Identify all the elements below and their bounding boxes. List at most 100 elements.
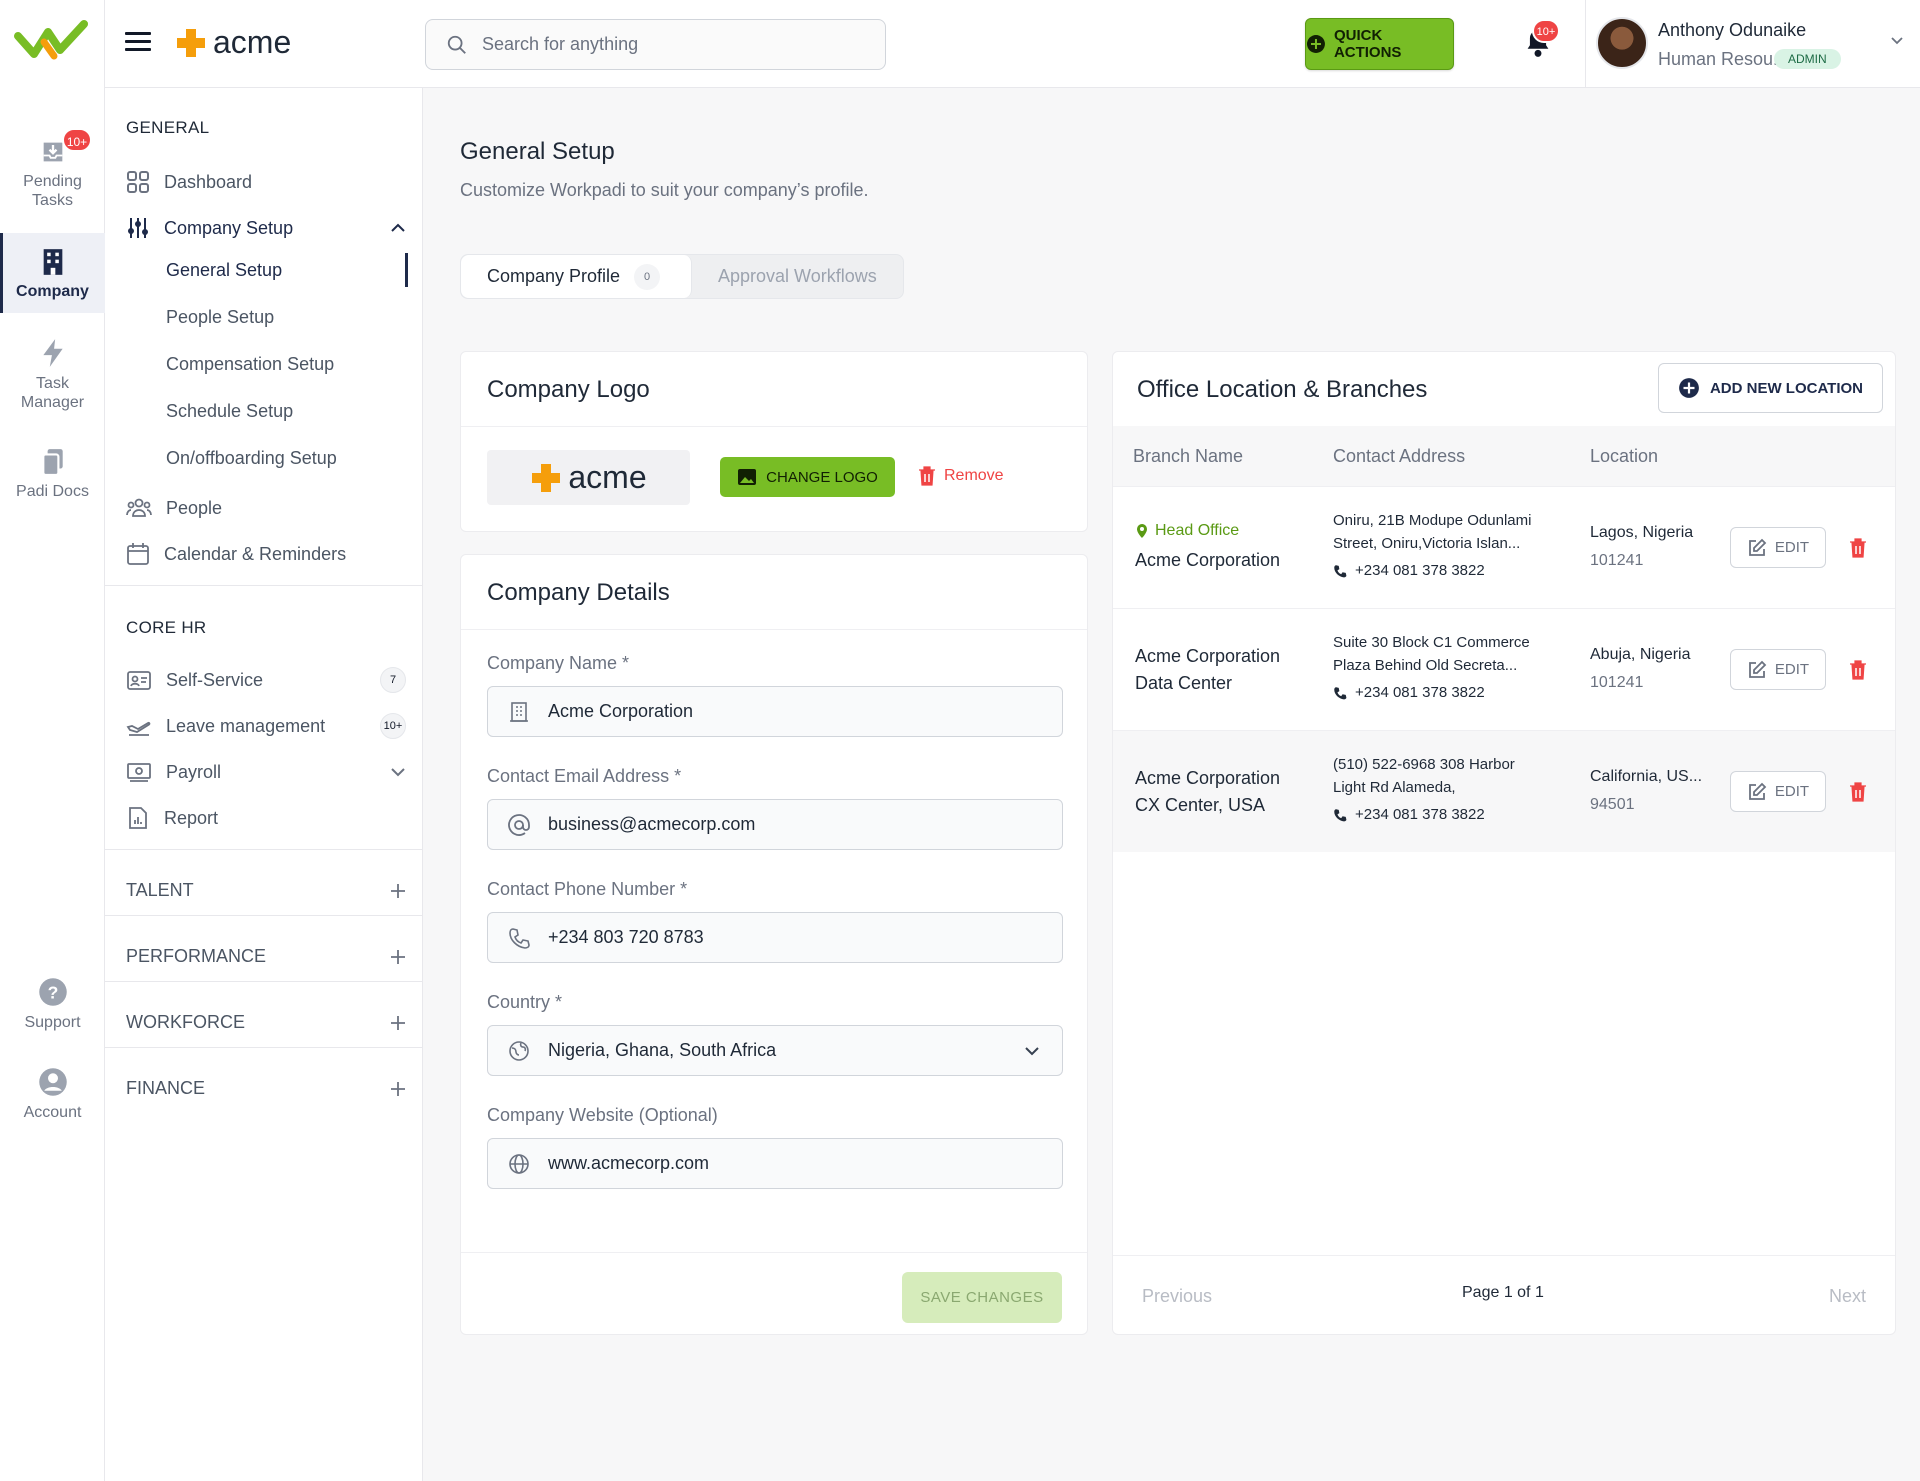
- divider: [1113, 1255, 1895, 1256]
- rail-company[interactable]: Company: [0, 233, 105, 313]
- sidebar-subitem-schedule-setup[interactable]: Schedule Setup: [166, 394, 408, 428]
- rail-support[interactable]: ? Support: [0, 977, 105, 1032]
- remove-label: Remove: [944, 467, 1004, 484]
- sidebar-subitem-onoffboarding-setup[interactable]: On/offboarding Setup: [166, 441, 408, 475]
- remove-logo-button[interactable]: Remove: [918, 466, 1004, 486]
- city: Abuja, Nigeria: [1590, 646, 1691, 663]
- hamburger-menu-icon[interactable]: [125, 31, 151, 53]
- sidebar-item-people[interactable]: People: [126, 493, 406, 523]
- save-changes-button[interactable]: SAVE CHANGES: [902, 1272, 1062, 1323]
- brand-logo[interactable]: acme: [175, 24, 291, 61]
- branch-address: Oniru, 21B Modupe Odunlami Street, Oniru…: [1333, 509, 1553, 582]
- phone-field[interactable]: +234 803 720 8783: [487, 912, 1063, 963]
- city: California, US...: [1590, 768, 1703, 785]
- address-line: Plaza Behind Old Secreta...: [1333, 657, 1518, 674]
- sidebar-group-finance[interactable]: FINANCE: [126, 1078, 406, 1099]
- rail-padi-docs[interactable]: Padi Docs: [0, 448, 105, 501]
- tab-label: Company Profile: [487, 266, 621, 286]
- change-logo-label: CHANGE LOGO: [766, 468, 878, 486]
- sidebar-item-dashboard[interactable]: Dashboard: [126, 167, 406, 197]
- company-name-field[interactable]: Acme Corporation: [487, 686, 1063, 737]
- at-icon: [508, 813, 530, 836]
- phone-icon: [1334, 808, 1347, 821]
- location-pin-icon: [1137, 524, 1147, 538]
- zip-code: 101241: [1590, 552, 1644, 569]
- chevron-down-icon[interactable]: [390, 767, 406, 777]
- card-title: Office Location & Branches: [1137, 376, 1428, 403]
- calendar-icon: [127, 543, 149, 565]
- phone-icon: [1334, 564, 1347, 577]
- tab-bar: Company Profile 0 Approval Workflows: [460, 254, 904, 299]
- chevron-down-icon[interactable]: [1890, 36, 1904, 46]
- svg-text:?: ?: [47, 982, 58, 1002]
- email-field[interactable]: business@acmecorp.com: [487, 799, 1063, 850]
- sidebar-subitem-people-setup[interactable]: People Setup: [166, 300, 408, 334]
- table-row: Acme Corporation CX Center, USA (510) 52…: [1113, 730, 1895, 852]
- user-menu[interactable]: Anthony Odunaike Human Resou... ADMIN: [1585, 0, 1920, 88]
- zip-code: 101241: [1590, 674, 1644, 691]
- next-page-button[interactable]: Next: [1829, 1286, 1866, 1307]
- rail-account[interactable]: Account: [0, 1067, 105, 1122]
- company-logo-card: Company Logo acme CHANGE LOGO Remove: [460, 351, 1088, 532]
- sidebar-item-company-setup[interactable]: Company Setup: [126, 213, 406, 243]
- plus-icon: [391, 883, 405, 898]
- icon-rail: Pending Tasks 10+ Company Task Manager P…: [0, 0, 105, 1481]
- country-select[interactable]: Nigeria, Ghana, South Africa: [487, 1025, 1063, 1076]
- sidebar-group-workforce[interactable]: WORKFORCE: [126, 1012, 406, 1033]
- group-label: PERFORMANCE: [126, 946, 267, 966]
- sidebar-subitem-compensation-setup[interactable]: Compensation Setup: [166, 347, 408, 381]
- chevron-up-icon[interactable]: [390, 223, 406, 233]
- help-icon: ?: [0, 977, 105, 1007]
- sidebar-group-talent[interactable]: TALENT: [126, 880, 406, 901]
- branch-phone: +234 081 378 3822: [1333, 559, 1553, 582]
- image-icon: [738, 469, 757, 485]
- chevron-down-icon: [1025, 1046, 1039, 1055]
- edit-button[interactable]: EDIT: [1730, 649, 1826, 690]
- sidebar-group-performance[interactable]: PERFORMANCE: [126, 946, 406, 967]
- rail-task-label: Task Manager: [20, 375, 85, 411]
- website-field[interactable]: www.acmecorp.com: [487, 1138, 1063, 1189]
- trash-icon[interactable]: [1849, 782, 1867, 802]
- rail-pending-tasks[interactable]: Pending Tasks: [0, 138, 105, 210]
- lightning-icon: [0, 338, 105, 368]
- divider: [461, 629, 1087, 630]
- edit-button[interactable]: EDIT: [1730, 771, 1826, 812]
- tab-approval-workflows[interactable]: Approval Workflows: [692, 255, 903, 298]
- sidebar-divider: [105, 915, 422, 916]
- tab-company-profile[interactable]: Company Profile 0: [461, 255, 692, 298]
- search-input[interactable]: [482, 34, 862, 55]
- globe-icon: [509, 1040, 529, 1061]
- top-bar: acme QUICK ACTIONS 10+ Anthony Odunaike …: [105, 0, 1920, 88]
- branch-location: Lagos, Nigeria 101241: [1590, 519, 1693, 575]
- rail-task-manager[interactable]: Task Manager: [0, 338, 105, 412]
- add-new-location-button[interactable]: ADD NEW LOCATION: [1658, 363, 1883, 413]
- sidebar-item-label: Leave management: [166, 715, 326, 736]
- sidebar-item-self-service[interactable]: Self-Service 7: [126, 665, 406, 695]
- card-title: Company Logo: [487, 376, 650, 403]
- sidebar-item-leave[interactable]: Leave management 10+: [126, 711, 406, 741]
- rail-support-label: Support: [24, 1014, 81, 1031]
- sidebar-item-calendar[interactable]: Calendar & Reminders: [126, 539, 406, 569]
- edit-icon: [1749, 782, 1767, 800]
- group-label: FINANCE: [126, 1078, 206, 1098]
- office-locations-card: Office Location & Branches ADD NEW LOCAT…: [1112, 351, 1896, 1335]
- workpadi-logo[interactable]: [14, 18, 88, 64]
- brand-name: acme: [213, 24, 292, 60]
- sidebar-item-report[interactable]: Report: [126, 803, 406, 833]
- sidebar-item-label: Calendar & Reminders: [164, 543, 347, 564]
- leave-count-badge: 10+: [380, 713, 406, 739]
- sidebar-subitem-general-setup[interactable]: General Setup: [166, 253, 408, 287]
- search-bar[interactable]: [425, 19, 886, 70]
- previous-page-button[interactable]: Previous: [1142, 1286, 1212, 1307]
- edit-button[interactable]: EDIT: [1730, 527, 1826, 568]
- branch-name: Acme Corporation CX Center, USA: [1135, 765, 1280, 819]
- email-label: Contact Email Address *: [487, 766, 682, 786]
- trash-icon[interactable]: [1849, 538, 1867, 558]
- quick-actions-button[interactable]: QUICK ACTIONS: [1305, 18, 1454, 70]
- sidebar-item-payroll[interactable]: Payroll: [126, 757, 406, 787]
- pending-badge: 10+: [62, 128, 92, 152]
- company-name-value: Acme Corporation: [548, 701, 694, 721]
- trash-icon[interactable]: [1849, 660, 1867, 680]
- change-logo-button[interactable]: CHANGE LOGO: [720, 457, 895, 497]
- sidebar: GENERAL Dashboard Company Setup General …: [105, 88, 423, 1481]
